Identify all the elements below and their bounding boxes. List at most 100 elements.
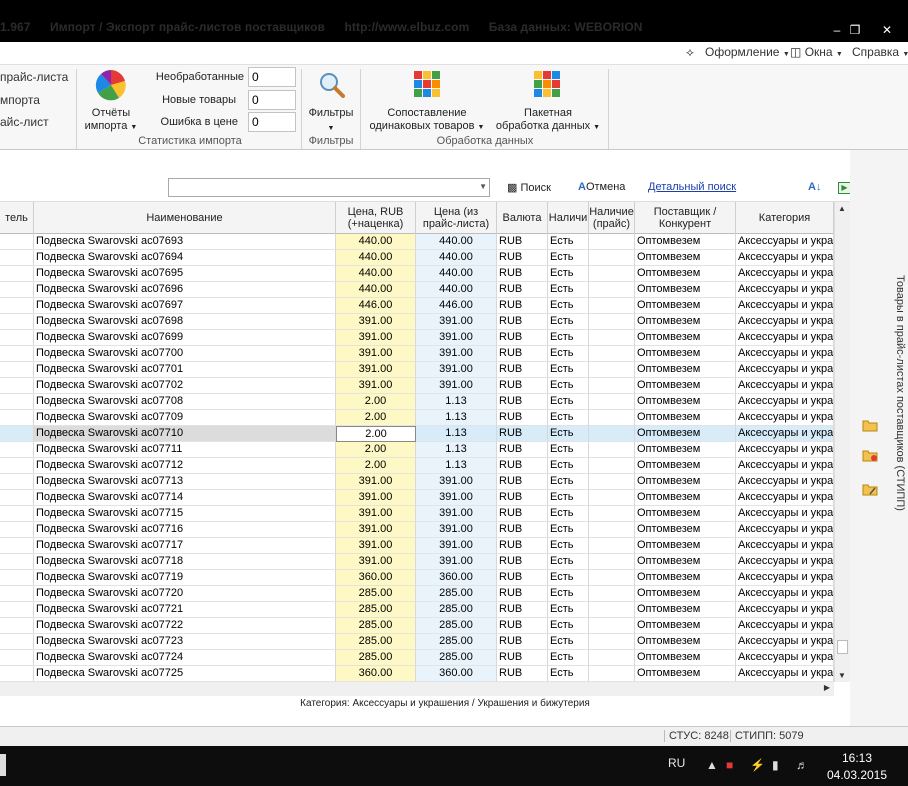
cell-price[interactable]: 391.00 bbox=[336, 330, 416, 346]
reports-button[interactable]: Отчёты импорта ▼ bbox=[80, 67, 142, 135]
tray-network-error-icon[interactable]: ■ bbox=[726, 758, 733, 772]
cell-price[interactable]: 391.00 bbox=[336, 314, 416, 330]
table-row[interactable]: Подвеска Swarovski ac07713 391.00 391.00 RU… bbox=[0, 474, 834, 490]
table-row[interactable]: Подвеска Swarovski ac07711 2.00 1.13 RUB Ест… bbox=[0, 442, 834, 458]
table-row[interactable]: Подвеска Swarovski ac07702 391.00 391.00 RU… bbox=[0, 378, 834, 394]
table-row[interactable]: Подвеска Swarovski ac07718 391.00 391.00 RU… bbox=[0, 554, 834, 570]
cancel-search-button[interactable]: AОтмена bbox=[578, 181, 625, 193]
cell-price[interactable]: 391.00 bbox=[336, 378, 416, 394]
folder-remove-icon[interactable] bbox=[862, 448, 878, 462]
table-row[interactable]: Подвеска Swarovski ac07722 285.00 285.00 RU… bbox=[0, 618, 834, 634]
cell-price[interactable]: 360.00 bbox=[336, 570, 416, 586]
sort-icon[interactable]: A↓ bbox=[808, 181, 821, 193]
table-row[interactable]: Подвеска Swarovski ac07721 285.00 285.00 RU… bbox=[0, 602, 834, 618]
scroll-thumb[interactable] bbox=[837, 640, 848, 654]
search-button[interactable]: ▩ Поиск bbox=[507, 181, 551, 194]
column-header-avail_src[interactable]: Наличие (прайс) bbox=[589, 202, 635, 234]
cell-price[interactable]: 285.00 bbox=[336, 650, 416, 666]
column-header-price[interactable]: Цена, RUB (+наценка) bbox=[336, 202, 416, 234]
menu-help[interactable]: Справка ▼ bbox=[852, 45, 908, 59]
table-row[interactable]: Подвеска Swarovski ac07698 391.00 391.00 RU… bbox=[0, 314, 834, 330]
column-header-name[interactable]: Наименование bbox=[34, 202, 336, 234]
table-row[interactable]: Подвеска Swarovski ac07701 391.00 391.00 RU… bbox=[0, 362, 834, 378]
table-row[interactable]: Подвеска Swarovski ac07700 391.00 391.00 RU… bbox=[0, 346, 834, 362]
table-row[interactable]: Подвеска Swarovski ac07693 440.00 440.00 RU… bbox=[0, 234, 834, 250]
pin-icon[interactable]: ⟡ bbox=[686, 45, 694, 60]
cell-price[interactable]: 2.00 bbox=[336, 442, 416, 458]
column-header-maker[interactable]: тель bbox=[0, 202, 34, 234]
language-indicator[interactable]: RU bbox=[668, 756, 685, 770]
scroll-right-icon[interactable]: ▶ bbox=[824, 683, 830, 692]
scroll-up-icon[interactable]: ▲ bbox=[838, 204, 846, 213]
cell-price[interactable]: 2.00 bbox=[336, 410, 416, 426]
table-row[interactable]: Подвеска Swarovski ac07709 2.00 1.13 RUB Ест… bbox=[0, 410, 834, 426]
cell-price[interactable]: 391.00 bbox=[336, 474, 416, 490]
vertical-scrollbar[interactable]: ▲ ▼ bbox=[834, 202, 850, 682]
table-row[interactable]: Подвеска Swarovski ac07712 2.00 1.13 RUB Ест… bbox=[0, 458, 834, 474]
cell-price[interactable]: 440.00 bbox=[336, 250, 416, 266]
clock-date[interactable]: 04.03.2015 bbox=[822, 768, 892, 782]
advanced-search-link[interactable]: Детальный поиск bbox=[648, 181, 736, 193]
cell-price[interactable]: 2.00 bbox=[336, 394, 416, 410]
cell-price[interactable]: 360.00 bbox=[336, 666, 416, 682]
batch-processing-button[interactable]: Пакетная обработка данных ▼ bbox=[490, 67, 606, 133]
menu-appearance[interactable]: Оформление ▼ bbox=[705, 45, 790, 59]
filters-button[interactable]: Фильтры ▼ bbox=[304, 67, 358, 133]
column-header-supplier[interactable]: Поставщик / Конкурент bbox=[635, 202, 736, 234]
restore-button[interactable]: ❐ bbox=[844, 22, 866, 38]
folder-icon[interactable] bbox=[862, 418, 878, 432]
price-error-field[interactable]: 0 bbox=[248, 112, 296, 132]
unprocessed-field[interactable]: 0 bbox=[248, 67, 296, 87]
ribbon-link-pricelist[interactable]: прайс-листа bbox=[0, 70, 68, 84]
horizontal-scrollbar[interactable]: ▶ bbox=[0, 682, 834, 696]
cell-price[interactable]: 285.00 bbox=[336, 586, 416, 602]
cell-price[interactable]: 391.00 bbox=[336, 362, 416, 378]
search-input[interactable]: ▼ bbox=[168, 178, 490, 197]
table-row[interactable]: Подвеска Swarovski ac07714 391.00 391.00 RU… bbox=[0, 490, 834, 506]
cell-price[interactable]: 391.00 bbox=[336, 506, 416, 522]
cell-price[interactable]: 391.00 bbox=[336, 554, 416, 570]
table-row[interactable]: Подвеска Swarovski ac07708 2.00 1.13 RUB Ест… bbox=[0, 394, 834, 410]
cell-price[interactable]: 440.00 bbox=[336, 282, 416, 298]
taskbar-app-icon[interactable] bbox=[0, 754, 6, 776]
cell-price[interactable]: 440.00 bbox=[336, 266, 416, 282]
chevron-down-icon[interactable]: ▼ bbox=[479, 182, 487, 191]
tray-expand-icon[interactable]: ▲ bbox=[706, 758, 718, 772]
cell-price[interactable]: 391.00 bbox=[336, 538, 416, 554]
cell-price[interactable]: 285.00 bbox=[336, 602, 416, 618]
table-row[interactable]: Подвеска Swarovski ac07715 391.00 391.00 RU… bbox=[0, 506, 834, 522]
cell-price[interactable]: 285.00 bbox=[336, 618, 416, 634]
table-row[interactable]: Подвеска Swarovski ac07699 391.00 391.00 RU… bbox=[0, 330, 834, 346]
table-row[interactable]: Подвеска Swarovski ac07710 2.00 1.13 RUB Ест… bbox=[0, 426, 834, 442]
cell-price[interactable]: 2.00 bbox=[336, 426, 416, 442]
folder-edit-icon[interactable] bbox=[862, 482, 878, 496]
new-goods-field[interactable]: 0 bbox=[248, 90, 296, 110]
column-header-category[interactable]: Категория bbox=[736, 202, 834, 234]
table-row[interactable]: Подвеска Swarovski ac07723 285.00 285.00 RU… bbox=[0, 634, 834, 650]
column-header-avail[interactable]: Наличи bbox=[548, 202, 589, 234]
ribbon-link-pricelist-2[interactable]: айс-лист bbox=[0, 115, 49, 129]
table-row[interactable]: Подвеска Swarovski ac07725 360.00 360.00 RU… bbox=[0, 666, 834, 682]
cell-price[interactable]: 285.00 bbox=[336, 634, 416, 650]
tray-power-icon[interactable]: ⚡ bbox=[750, 758, 765, 772]
table-row[interactable]: Подвеска Swarovski ac07719 360.00 360.00 RU… bbox=[0, 570, 834, 586]
table-row[interactable]: Подвеска Swarovski ac07696 440.00 440.00 RU… bbox=[0, 282, 834, 298]
column-header-currency[interactable]: Валюта bbox=[497, 202, 548, 234]
tray-signal-icon[interactable]: ▮ bbox=[772, 758, 779, 772]
cell-price[interactable]: 2.00 bbox=[336, 458, 416, 474]
table-row[interactable]: Подвеска Swarovski ac07697 446.00 446.00 RU… bbox=[0, 298, 834, 314]
tray-volume-icon[interactable]: ♬ bbox=[796, 758, 808, 772]
compare-button[interactable]: Сопоставление одинаковых товаров ▼ bbox=[364, 67, 490, 133]
table-row[interactable]: Подвеска Swarovski ac07716 391.00 391.00 RU… bbox=[0, 522, 834, 538]
clock-time[interactable]: 16:13 bbox=[830, 751, 884, 765]
scroll-down-icon[interactable]: ▼ bbox=[838, 671, 846, 680]
cell-price[interactable]: 391.00 bbox=[336, 522, 416, 538]
close-button[interactable]: ✕ bbox=[876, 22, 898, 38]
column-header-price_src[interactable]: Цена (из прайс-листа) bbox=[416, 202, 497, 234]
cell-price[interactable]: 446.00 bbox=[336, 298, 416, 314]
cell-price[interactable]: 440.00 bbox=[336, 234, 416, 250]
table-row[interactable]: Подвеска Swarovski ac07695 440.00 440.00 RU… bbox=[0, 266, 834, 282]
side-panel-title[interactable]: Товары в прайс-листах поставщиков (СТИПП… bbox=[894, 275, 906, 511]
cell-price[interactable]: 391.00 bbox=[336, 346, 416, 362]
ribbon-link-import[interactable]: мпорта bbox=[0, 93, 40, 107]
